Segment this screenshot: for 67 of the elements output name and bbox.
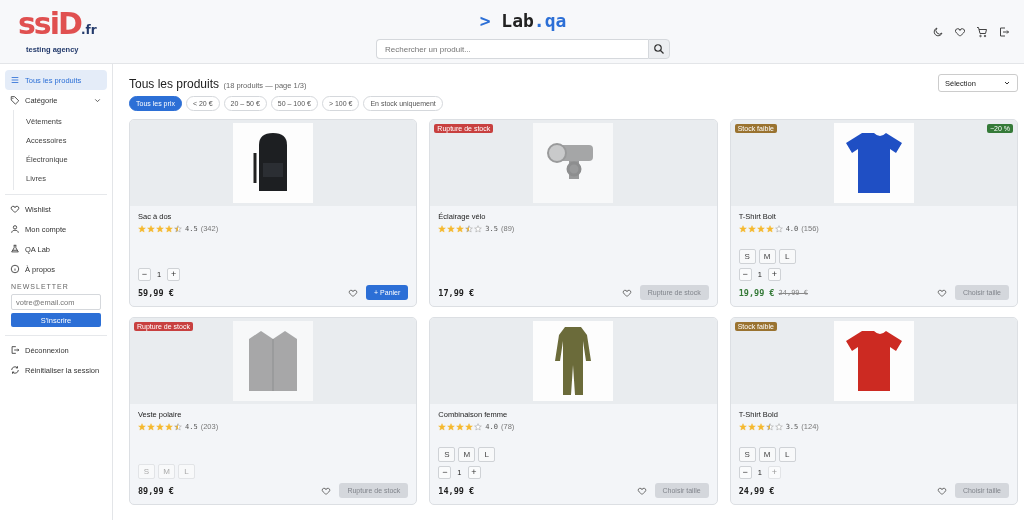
star-icon bbox=[456, 224, 465, 233]
size-option[interactable]: S bbox=[738, 447, 756, 462]
increase-button[interactable]: + bbox=[467, 466, 481, 479]
star-icon bbox=[747, 224, 756, 233]
star-icon bbox=[774, 422, 783, 431]
heart-icon[interactable] bbox=[321, 485, 332, 496]
moon-icon[interactable] bbox=[932, 25, 944, 38]
user-icon bbox=[10, 224, 20, 234]
star-icon bbox=[756, 224, 765, 233]
star-icon bbox=[447, 224, 456, 233]
heart-icon bbox=[10, 204, 20, 214]
star-icon bbox=[438, 224, 447, 233]
size-option[interactable]: L bbox=[478, 447, 496, 462]
star-icon bbox=[738, 422, 747, 431]
cart-icon[interactable] bbox=[976, 25, 988, 38]
heart-icon[interactable] bbox=[936, 287, 947, 298]
search-icon bbox=[653, 43, 665, 55]
price: 17,99 € bbox=[438, 287, 475, 298]
chevron-icon bbox=[1003, 79, 1011, 87]
decrease-button[interactable]: − bbox=[738, 466, 752, 479]
flask-icon bbox=[10, 244, 20, 254]
refresh-icon bbox=[10, 365, 20, 375]
star-icon bbox=[765, 224, 774, 233]
page-title: Tous les produits bbox=[129, 77, 220, 91]
site-title: > Lab.qa bbox=[479, 10, 567, 31]
increase-button[interactable]: + bbox=[767, 268, 781, 281]
logout-icon bbox=[10, 345, 20, 355]
size-option[interactable]: M bbox=[758, 249, 776, 264]
decrease-button[interactable]: − bbox=[138, 268, 151, 281]
size-option[interactable]: S bbox=[738, 249, 756, 264]
heart-icon[interactable] bbox=[348, 287, 359, 298]
heart-icon[interactable] bbox=[636, 485, 647, 496]
star-icon bbox=[438, 422, 447, 431]
decrease-button[interactable]: − bbox=[438, 466, 452, 479]
heart-icon[interactable] bbox=[954, 25, 966, 38]
star-icon bbox=[756, 422, 765, 431]
star-icon bbox=[747, 422, 756, 431]
increase-button[interactable]: + bbox=[167, 268, 181, 281]
size-option[interactable]: S bbox=[438, 447, 456, 462]
info-icon bbox=[10, 264, 20, 274]
menu-icon bbox=[10, 75, 20, 85]
star-icon bbox=[465, 422, 474, 431]
star-icon bbox=[765, 422, 774, 431]
logout-icon[interactable] bbox=[998, 25, 1010, 38]
price: 19,99 € bbox=[738, 287, 775, 298]
tag-icon bbox=[10, 95, 20, 105]
search-field[interactable]: Rechercher un produit... bbox=[376, 39, 648, 59]
size-option[interactable]: L bbox=[778, 249, 796, 264]
star-icon bbox=[474, 224, 483, 233]
price: 24,99 € bbox=[738, 485, 775, 496]
size-option[interactable]: M bbox=[458, 447, 476, 462]
size-option[interactable]: M bbox=[758, 447, 776, 462]
logo-mark: ssiD.fr bbox=[18, 9, 98, 43]
star-icon bbox=[447, 422, 456, 431]
star-icon bbox=[738, 224, 747, 233]
price: 14,99 € bbox=[438, 485, 475, 496]
decrease-button[interactable]: − bbox=[738, 268, 752, 281]
search-button[interactable] bbox=[648, 39, 670, 59]
star-icon bbox=[465, 224, 474, 233]
price: 89,99 € bbox=[138, 485, 174, 496]
heart-icon[interactable] bbox=[621, 287, 632, 298]
heart-icon[interactable] bbox=[936, 485, 947, 496]
price: 59,99 € bbox=[138, 287, 174, 298]
star-icon bbox=[774, 224, 783, 233]
star-icon bbox=[474, 422, 483, 431]
size-option[interactable]: L bbox=[778, 447, 796, 462]
star-icon bbox=[456, 422, 465, 431]
